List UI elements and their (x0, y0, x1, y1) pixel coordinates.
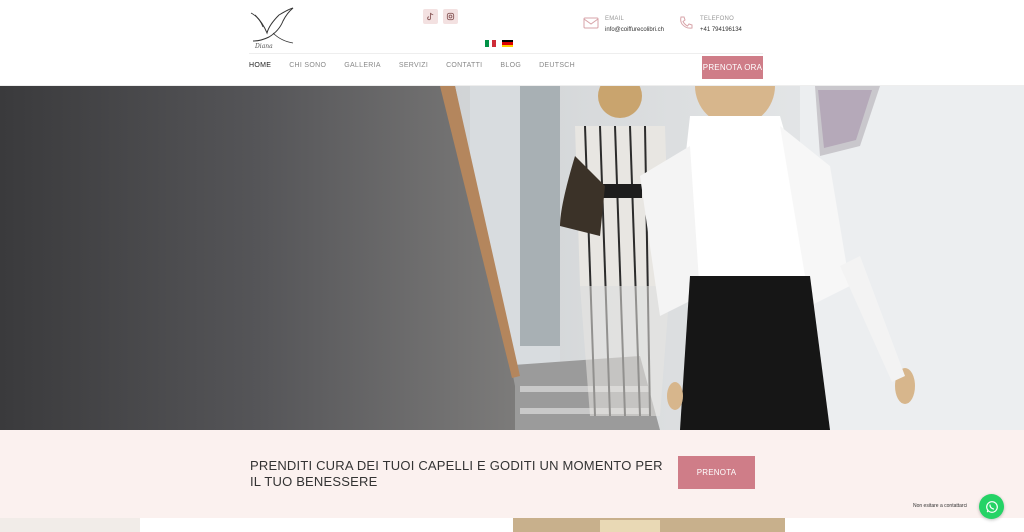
tiktok-link[interactable] (423, 9, 438, 24)
nav-item-servizi[interactable]: SERVIZI (399, 62, 428, 69)
envelope-icon (583, 17, 599, 29)
german-flag-icon[interactable] (502, 40, 513, 47)
phone-value[interactable]: +41 794196134 (700, 26, 742, 35)
svg-text:Diana: Diana (254, 43, 273, 49)
tiktok-icon (427, 12, 434, 21)
phone-label: TELEFONO (700, 16, 734, 22)
nav-item-deutsch[interactable]: DEUTSCH (539, 62, 575, 69)
nav-item-contatti[interactable]: CONTATTI (446, 62, 482, 69)
prenota-ora-button[interactable]: PRENOTA ORA (702, 56, 763, 79)
header-divider (249, 53, 763, 54)
hero-photo (0, 86, 1024, 430)
social-links (423, 9, 458, 24)
email-value[interactable]: info@coiffurecolibri.ch (605, 26, 664, 35)
instagram-link[interactable] (443, 9, 458, 24)
instagram-icon (446, 12, 455, 21)
site-header: Diana EMAIL info@coiffurecolibri.ch TELE… (0, 0, 1024, 86)
language-switcher (485, 40, 513, 47)
nav-item-blog[interactable]: BLOG (500, 62, 521, 69)
main-nav: HOME CHI SONO GALLERIA SERVIZI CONTATTI … (249, 62, 593, 69)
nav-item-galleria[interactable]: GALLERIA (344, 62, 381, 69)
logo[interactable]: Diana (249, 5, 295, 50)
hummingbird-logo-icon: Diana (250, 7, 294, 50)
italian-flag-icon[interactable] (485, 40, 497, 47)
email-label: EMAIL (605, 16, 625, 22)
prenota-button[interactable]: PRENOTA (678, 456, 755, 489)
nav-item-chi-sono[interactable]: CHI SONO (289, 62, 326, 69)
next-section-images (0, 518, 1024, 532)
whatsapp-button[interactable] (979, 494, 1004, 519)
cta-headline: PRENDITI CURA DEI TUOI CAPELLI E GODITI … (250, 458, 663, 489)
phone-icon (680, 16, 693, 29)
whatsapp-icon (985, 500, 998, 513)
hero-image (0, 86, 1024, 430)
nav-item-home[interactable]: HOME (249, 62, 271, 69)
email-contact[interactable]: EMAIL info@coiffurecolibri.ch (583, 15, 664, 35)
phone-contact[interactable]: TELEFONO +41 794196134 (678, 15, 742, 35)
next-section-preview (0, 518, 1024, 532)
whatsapp-label: Non esitare a contattarci (913, 503, 968, 509)
